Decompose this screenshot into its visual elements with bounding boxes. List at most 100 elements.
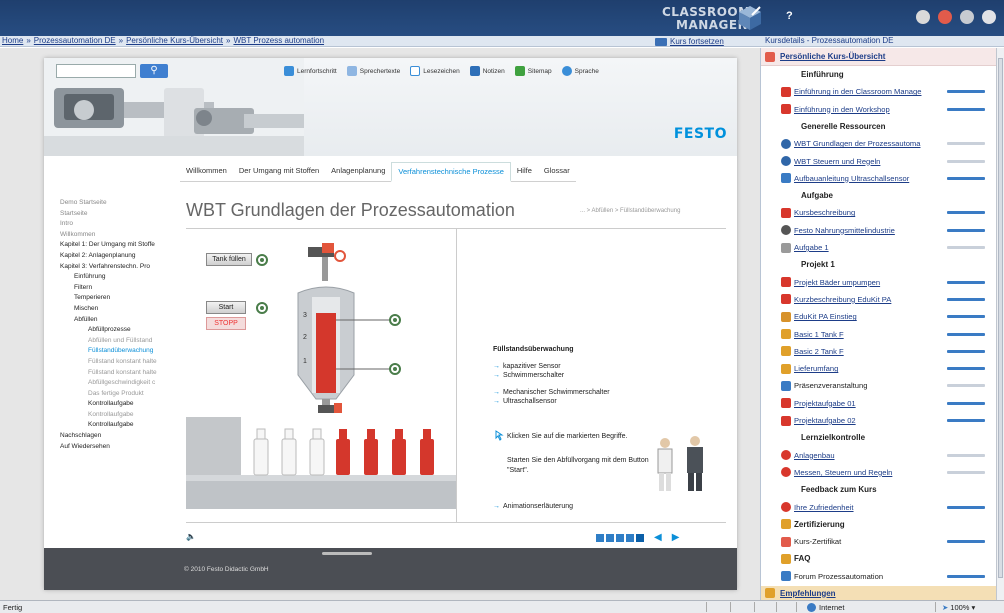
nav-item[interactable]: Füllstand konstant halte bbox=[60, 368, 178, 379]
nav-item[interactable]: Einführung bbox=[60, 272, 178, 283]
previous-page-icon[interactable]: ◀ bbox=[654, 532, 662, 543]
course-item[interactable]: Basic 1 Tank F bbox=[761, 326, 997, 343]
link-mechanischer-schwimmerschalter[interactable]: → Mechanischer Schwimmerschalter bbox=[493, 389, 610, 396]
next-page-icon[interactable]: ▶ bbox=[672, 532, 680, 543]
search-button[interactable]: ⚲ bbox=[140, 64, 168, 78]
tool-sitemap[interactable]: Sitemap bbox=[514, 66, 552, 76]
valve-indicator[interactable] bbox=[334, 250, 346, 262]
speaker-icon[interactable]: 🔈 bbox=[186, 532, 196, 541]
course-item[interactable]: Lieferumfang bbox=[761, 360, 997, 377]
pager-dot-current[interactable] bbox=[636, 533, 644, 542]
link-schwimmerschalter[interactable]: → Schwimmerschalter bbox=[493, 372, 564, 379]
course-item-link[interactable]: Messen, Steuern und Regeln bbox=[794, 468, 944, 477]
nav-item[interactable]: Kapitel 3: Verfahrenstechn. Pro bbox=[60, 262, 178, 273]
link-kapazitiver-sensor[interactable]: → kapazitiver Sensor bbox=[493, 363, 561, 370]
tool-notizen[interactable]: Notizen bbox=[469, 66, 505, 76]
course-item-label[interactable]: Präsenzveranstaltung bbox=[794, 381, 867, 390]
tool-sprechertexte[interactable]: Sprechertexte bbox=[346, 66, 400, 76]
search-input[interactable] bbox=[56, 64, 136, 78]
course-item-link[interactable]: Aufgabe 1 bbox=[794, 243, 944, 252]
favorites-icon[interactable] bbox=[938, 10, 952, 24]
tab-hilfe[interactable]: Hilfe bbox=[510, 162, 538, 182]
course-item-link[interactable]: Projekt Bäder umpumpen bbox=[794, 278, 944, 287]
nav-item[interactable]: Füllstand konstant halte bbox=[60, 357, 178, 368]
course-item-link[interactable]: Aufbauanleitung Ultraschallsensor bbox=[794, 174, 944, 183]
course-item[interactable]: EduKit PA Einstieg bbox=[761, 308, 997, 325]
course-item-link[interactable]: EduKit PA Einstieg bbox=[794, 312, 944, 321]
tool-lesezeichen[interactable]: Lesezeichen bbox=[410, 66, 460, 76]
continue-course[interactable]: Kurs fortsetzen bbox=[655, 36, 724, 47]
course-item-link[interactable]: WBT Steuern und Regeln bbox=[794, 157, 944, 166]
scrollbar-thumb[interactable] bbox=[998, 58, 1003, 578]
nav-item[interactable]: Mischen bbox=[60, 304, 178, 315]
zoom-control[interactable]: ➤ 100% ▾ bbox=[935, 602, 1003, 612]
course-item[interactable]: Kurzbeschreibung EduKit PA bbox=[761, 291, 997, 308]
nav-item[interactable]: Abfüllen bbox=[60, 315, 178, 326]
link-ultraschallsensor[interactable]: → Ultraschallsensor bbox=[493, 398, 557, 405]
course-item-link[interactable]: Anlagenbau bbox=[794, 451, 944, 460]
course-item-link[interactable]: Einführung in den Workshop bbox=[794, 105, 944, 114]
course-item-link[interactable]: Kursbeschreibung bbox=[794, 208, 944, 217]
breadcrumb-wbt[interactable]: WBT Prozess automation bbox=[233, 36, 324, 45]
tab-verfahrenstechnische-prozesse[interactable]: Verfahrenstechnische Prozesse bbox=[391, 162, 511, 182]
nav-item[interactable]: Filtern bbox=[60, 283, 178, 294]
pager-dot[interactable] bbox=[616, 533, 624, 542]
course-item-link[interactable]: Einführung in den Classroom Manage bbox=[794, 87, 944, 96]
recommendations-link[interactable]: Empfehlungen bbox=[780, 589, 836, 598]
course-item-link[interactable]: Ihre Zufriedenheit bbox=[794, 503, 944, 512]
course-item-link[interactable]: Projektaufgabe 02 bbox=[794, 416, 944, 425]
nav-item[interactable]: Intro bbox=[60, 219, 178, 230]
course-item-link[interactable]: Festo Nahrungsmittelindustrie bbox=[794, 226, 944, 235]
nav-item[interactable]: Kapitel 2: Anlagenplanung bbox=[60, 251, 178, 262]
nav-item[interactable]: Kontrollaufgabe bbox=[60, 410, 178, 421]
user-icon[interactable] bbox=[916, 10, 930, 24]
nav-item[interactable]: Temperieren bbox=[60, 293, 178, 304]
pager-dot[interactable] bbox=[596, 533, 604, 542]
nav-item-current[interactable]: Füllstandüberwachung bbox=[60, 346, 178, 357]
course-item[interactable]: Messen, Steuern und Regeln bbox=[761, 464, 997, 481]
tab-anlagenplanung[interactable]: Anlagenplanung bbox=[325, 162, 392, 182]
course-item[interactable]: Basic 2 Tank F bbox=[761, 343, 997, 360]
course-item-link[interactable]: Kurzbeschreibung EduKit PA bbox=[794, 295, 944, 304]
course-item[interactable]: Aufgabe 1 bbox=[761, 239, 997, 256]
nav-item[interactable]: Kontrollaufgabe bbox=[60, 399, 178, 410]
course-item[interactable]: Projektaufgabe 01 bbox=[761, 395, 997, 412]
pager-dot[interactable] bbox=[606, 533, 614, 542]
course-item[interactable]: Kurs-Zertifikat bbox=[761, 533, 997, 550]
course-item-link[interactable]: WBT Grundlagen der Prozessautoma bbox=[794, 139, 944, 148]
course-item[interactable]: Festo Nahrungsmittelindustrie bbox=[761, 222, 997, 239]
nav-item[interactable]: Willkommen bbox=[60, 230, 178, 241]
course-item[interactable]: Einführung in den Classroom Manage bbox=[761, 83, 997, 100]
course-item[interactable]: Aufbauanleitung Ultraschallsensor bbox=[761, 170, 997, 187]
nav-item[interactable]: Das fertige Produkt bbox=[60, 389, 178, 400]
nav-item[interactable]: Abfüllen und Füllstand bbox=[60, 336, 178, 347]
nav-item[interactable]: Abfüllgeschwindigkeit c bbox=[60, 378, 178, 389]
sidebar-scrollbar[interactable] bbox=[996, 48, 1004, 600]
nav-item[interactable]: Abfüllprozesse bbox=[60, 325, 178, 336]
nav-item[interactable]: Demo Startseite bbox=[60, 198, 178, 209]
help-icon[interactable]: ? bbox=[786, 10, 798, 24]
breadcrumb-prozessautomation[interactable]: Prozessautomation DE bbox=[34, 36, 116, 45]
breadcrumb-home[interactable]: Home bbox=[2, 36, 23, 45]
nav-item[interactable]: Kontrollaufgabe bbox=[60, 420, 178, 431]
course-overview-link[interactable]: Persönliche Kurs-Übersicht bbox=[780, 52, 885, 61]
course-item-link[interactable]: Lieferumfang bbox=[794, 364, 944, 373]
nav-item[interactable]: Kapitel 1: Der Umgang mit Stoffe bbox=[60, 240, 178, 251]
tool-lernfortschritt[interactable]: Lernfortschritt bbox=[284, 66, 337, 76]
course-item[interactable]: WBT Steuern und Regeln bbox=[761, 153, 997, 170]
course-item-link[interactable]: Projektaufgabe 01 bbox=[794, 399, 944, 408]
tool-sprache[interactable]: Sprache bbox=[561, 66, 599, 76]
tab-glossar[interactable]: Glossar bbox=[537, 162, 576, 182]
course-item[interactable]: Ihre Zufriedenheit bbox=[761, 499, 997, 516]
course-item[interactable]: Einführung in den Workshop bbox=[761, 101, 997, 118]
tools-icon[interactable] bbox=[960, 10, 974, 24]
course-item-link[interactable]: Basic 2 Tank F bbox=[794, 347, 944, 356]
nav-item[interactable]: Auf Wiedersehen bbox=[60, 442, 178, 453]
pager-dot[interactable] bbox=[626, 533, 634, 542]
link-animationserlaeuterung[interactable]: → Animationserläuterung bbox=[493, 503, 573, 510]
course-item[interactable]: Forum Prozessautomation bbox=[761, 568, 997, 585]
logout-icon[interactable] bbox=[982, 10, 996, 24]
nav-item[interactable]: Nachschlagen bbox=[60, 431, 178, 442]
course-item-link[interactable]: Basic 1 Tank F bbox=[794, 330, 944, 339]
tab-umgang-stoffen[interactable]: Der Umgang mit Stoffen bbox=[232, 162, 326, 182]
